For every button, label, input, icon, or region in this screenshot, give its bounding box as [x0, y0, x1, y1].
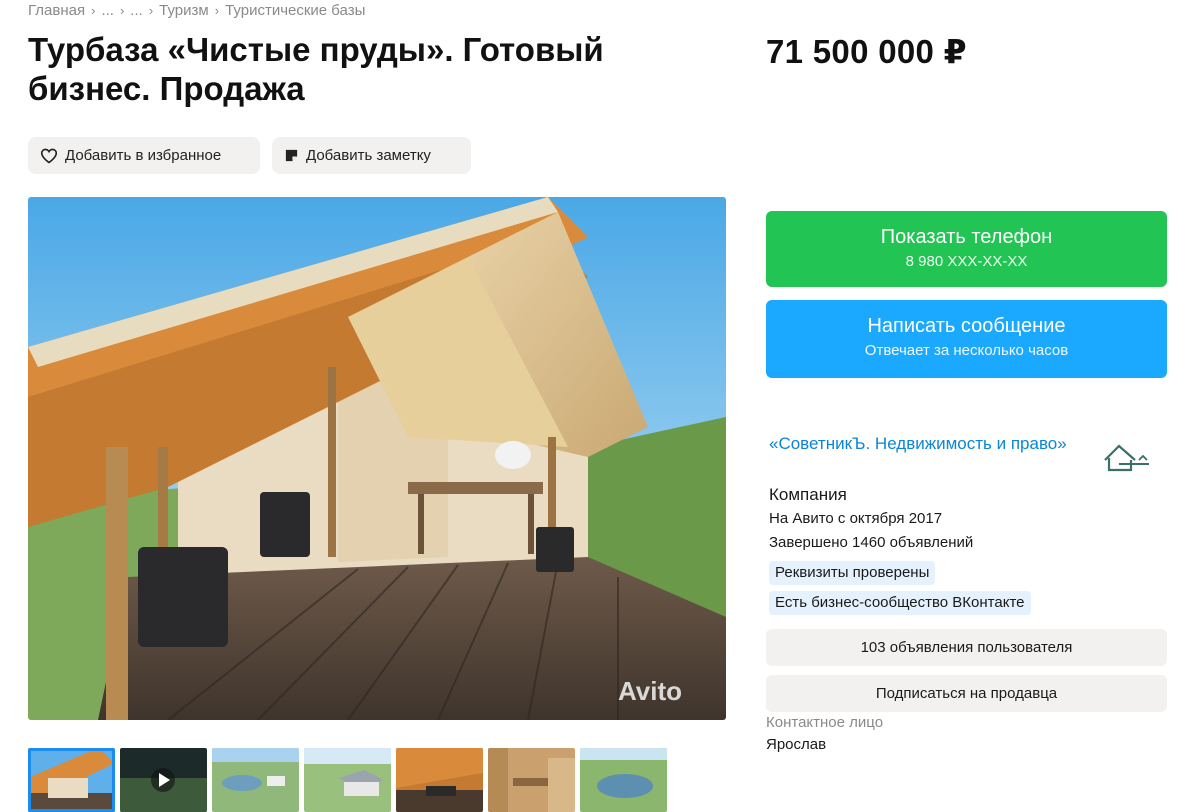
- thumbnail-1[interactable]: [28, 748, 115, 812]
- add-to-favorites-label: Добавить в избранное: [65, 147, 222, 164]
- breadcrumb-item-collapsed[interactable]: ...: [130, 2, 143, 19]
- thumbnail-3[interactable]: [212, 748, 299, 812]
- listing-price: 71 500 000 ₽: [766, 33, 967, 70]
- add-note-button[interactable]: Добавить заметку: [272, 137, 471, 174]
- badge-requisites-verified[interactable]: Реквизиты проверены: [769, 561, 936, 585]
- write-message-button[interactable]: Написать сообщение Отвечает за несколько…: [766, 300, 1167, 378]
- watermark-text: Avito: [618, 676, 682, 706]
- masked-phone-number: 8 980 XXX-XX-XX: [905, 253, 1028, 270]
- main-photo[interactable]: Avito: [28, 197, 726, 720]
- breadcrumb: Главная › ... › ... › Туризм › Туристиче…: [28, 2, 365, 19]
- seller-since: На Авито с октября 2017: [769, 510, 943, 527]
- write-message-label: Написать сообщение: [867, 315, 1066, 337]
- thumbnail-7[interactable]: [580, 748, 667, 812]
- thumbnail-video[interactable]: [120, 748, 207, 812]
- chevron-right-icon: ›: [119, 3, 125, 18]
- heart-icon: [40, 148, 58, 164]
- add-to-favorites-button[interactable]: Добавить в избранное: [28, 137, 260, 174]
- thumbnail-6[interactable]: [488, 748, 575, 812]
- chevron-right-icon: ›: [148, 3, 154, 18]
- breadcrumb-item-tourism[interactable]: Туризм: [159, 2, 209, 19]
- contact-person-label: Контактное лицо: [766, 714, 884, 731]
- seller-logo[interactable]: [1089, 434, 1165, 486]
- seller-completed-count: Завершено 1460 объявлений: [769, 534, 974, 551]
- breadcrumb-item-tourist-bases[interactable]: Туристические базы: [225, 2, 365, 19]
- thumbnail-5[interactable]: [396, 748, 483, 812]
- breadcrumb-item-collapsed[interactable]: ...: [101, 2, 114, 19]
- chevron-right-icon: ›: [214, 3, 220, 18]
- note-icon: [285, 149, 298, 162]
- breadcrumb-item-home[interactable]: Главная: [28, 2, 85, 19]
- response-time-text: Отвечает за несколько часов: [864, 342, 1069, 359]
- user-listings-button[interactable]: 103 объявления пользователя: [766, 629, 1167, 666]
- chevron-right-icon: ›: [91, 3, 96, 18]
- contact-person-name: Ярослав: [766, 736, 827, 753]
- subscribe-seller-button[interactable]: Подписаться на продавца: [766, 675, 1167, 712]
- seller-name-link[interactable]: «СоветникЪ. Недвижимость и право»: [769, 431, 1069, 457]
- badge-vk-community[interactable]: Есть бизнес-сообщество ВКонтакте: [769, 591, 1031, 615]
- thumbnail-4[interactable]: [304, 748, 391, 812]
- show-phone-label: Показать телефон: [880, 226, 1053, 248]
- show-phone-button[interactable]: Показать телефон 8 980 XXX-XX-XX: [766, 211, 1167, 287]
- thumbnail-strip: [28, 748, 667, 812]
- add-note-label: Добавить заметку: [306, 147, 431, 164]
- seller-type: Компания: [769, 485, 847, 504]
- house-logo-icon: [1104, 444, 1149, 472]
- page-title: Турбаза «Чистые пруды». Готовый бизнес. …: [28, 31, 604, 107]
